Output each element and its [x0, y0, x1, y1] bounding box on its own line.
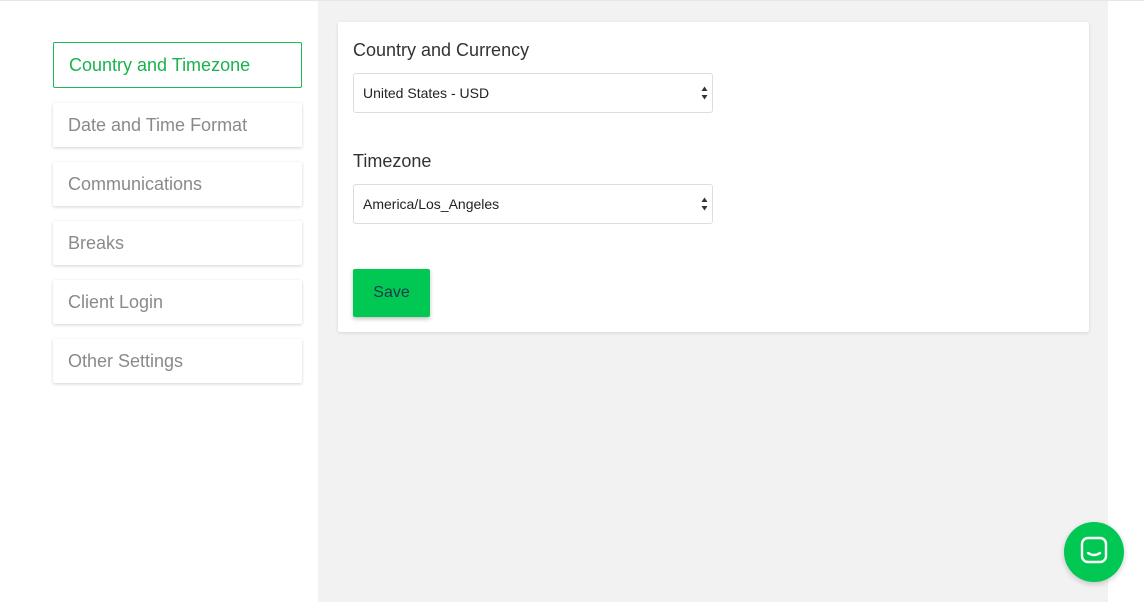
sidebar-item-label: Communications — [68, 173, 203, 194]
sidebar-item-date-and-time-format[interactable]: Date and Time Format — [53, 103, 302, 147]
updown-arrows-icon — [701, 85, 708, 101]
updown-arrows-icon — [701, 196, 708, 212]
sidebar-item-breaks[interactable]: Breaks — [53, 221, 302, 265]
sidebar-item-client-login[interactable]: Client Login — [53, 280, 302, 324]
sidebar-item-country-and-timezone[interactable]: Country and Timezone — [53, 42, 302, 88]
timezone-value: America/Los_Angeles — [363, 196, 500, 212]
settings-card: Country and Currency United States - USD… — [338, 22, 1089, 332]
settings-sidebar: Country and Timezone Date and Time Forma… — [0, 1, 318, 602]
sidebar-item-label: Country and Timezone — [69, 54, 251, 75]
country-currency-value: United States - USD — [363, 85, 490, 101]
sidebar-item-label: Date and Time Format — [68, 114, 248, 135]
settings-page: Country and Timezone Date and Time Forma… — [0, 0, 1144, 602]
country-currency-label: Country and Currency — [353, 40, 530, 60]
sidebar-item-other-settings[interactable]: Other Settings — [53, 339, 302, 383]
country-currency-select[interactable]: United States - USD — [353, 73, 713, 113]
sidebar-item-label: Breaks — [68, 232, 125, 253]
timezone-select[interactable]: America/Los_Angeles — [353, 184, 713, 224]
save-button[interactable]: Save — [353, 269, 430, 317]
chat-launcher-button[interactable] — [1064, 522, 1124, 582]
sidebar-item-label: Other Settings — [68, 350, 184, 371]
sidebar-item-label: Client Login — [68, 291, 164, 312]
sidebar-item-communications[interactable]: Communications — [53, 162, 302, 206]
timezone-label: Timezone — [353, 151, 432, 171]
right-margin — [1108, 1, 1144, 602]
chat-icon — [1080, 536, 1108, 569]
main-content: Country and Currency United States - USD… — [318, 1, 1108, 602]
